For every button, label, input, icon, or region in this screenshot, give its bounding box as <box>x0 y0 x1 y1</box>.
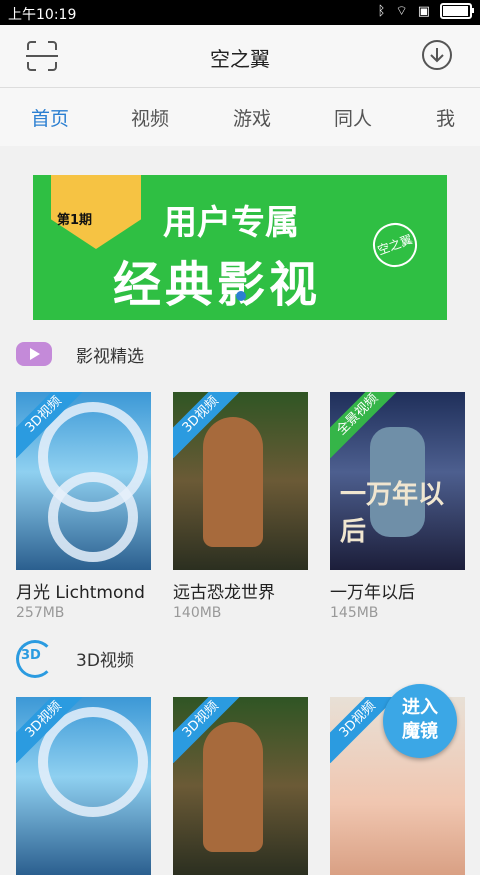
sim-icon: ▣ <box>417 3 430 19</box>
banner-page-indicator[interactable] <box>236 291 246 301</box>
tab-bar: 首页 视频 游戏 同人 我 <box>0 88 480 146</box>
banner-logo-mark: 空之翼 <box>366 216 424 274</box>
video-card[interactable]: 3D视频 <box>16 697 151 875</box>
tab-home[interactable]: 首页 <box>31 104 69 131</box>
play-icon <box>16 342 52 366</box>
video-poster[interactable]: 3D视频 <box>173 392 308 570</box>
video-card[interactable]: 3D视频 <box>173 697 308 875</box>
video-poster[interactable]: 3D视频 <box>16 697 151 875</box>
vr-button-line1: 进入 <box>402 697 438 718</box>
title-bar: 空之翼 <box>0 25 480 88</box>
section-title: 影视精选 <box>76 346 144 367</box>
tab-me[interactable]: 我 <box>436 104 455 131</box>
banner-title-2: 经典影视 <box>113 257 322 313</box>
status-bar: 上午10:19 ᛒ ⌔ ▣ <box>0 0 480 25</box>
video-poster[interactable]: 3D视频 <box>173 697 308 875</box>
bluetooth-icon: ᛒ <box>377 3 386 19</box>
section-title: 3D视频 <box>76 650 134 671</box>
video-poster[interactable]: 一万年以后 全景视频 <box>330 392 465 570</box>
issue-tag-label: 第1期 <box>57 213 93 228</box>
banner-title-1: 用户专属 <box>163 203 299 243</box>
promo-banner[interactable]: 第1期 用户专属 经典影视 空之翼 <box>33 175 447 320</box>
video-card[interactable]: 一万年以后 全景视频 一万年以后 145MB <box>330 392 465 621</box>
video-size: 257MB <box>16 605 65 621</box>
download-icon[interactable] <box>422 40 452 70</box>
video-poster[interactable]: 3D视频 <box>16 392 151 570</box>
video-title: 一万年以后 <box>330 583 415 603</box>
tab-video[interactable]: 视频 <box>131 104 169 131</box>
poster-ring <box>48 472 138 562</box>
section-header-featured[interactable]: 影视精选 <box>16 339 144 369</box>
status-time: 上午10:19 <box>8 7 77 23</box>
video-size: 145MB <box>330 605 379 621</box>
enter-vr-button[interactable]: 进入 魔镜 <box>383 684 457 758</box>
page-title: 空之翼 <box>210 47 270 71</box>
poster-title: 一万年以后 <box>340 480 445 547</box>
wifi-icon: ⌔ <box>395 4 408 19</box>
tab-games[interactable]: 游戏 <box>233 104 271 131</box>
section-header-3d[interactable]: 3D 3D视频 <box>16 640 134 678</box>
battery-icon <box>440 3 474 19</box>
poster-dinosaur <box>203 722 263 852</box>
video-size: 140MB <box>173 605 222 621</box>
vr-button-line2: 魔镜 <box>402 721 438 742</box>
video-title: 月光 Lichtmond <box>16 583 145 603</box>
video-card[interactable]: 3D视频 远古恐龙世界 140MB <box>173 392 308 621</box>
video-card[interactable]: 3D视频 月光 Lichtmond 257MB <box>16 392 151 621</box>
3d-icon: 3D <box>16 640 54 678</box>
tab-fan[interactable]: 同人 <box>334 104 372 131</box>
video-title: 远古恐龙世界 <box>173 583 275 603</box>
status-icons: ᛒ ⌔ ▣ <box>377 3 474 19</box>
poster-dinosaur <box>203 417 263 547</box>
